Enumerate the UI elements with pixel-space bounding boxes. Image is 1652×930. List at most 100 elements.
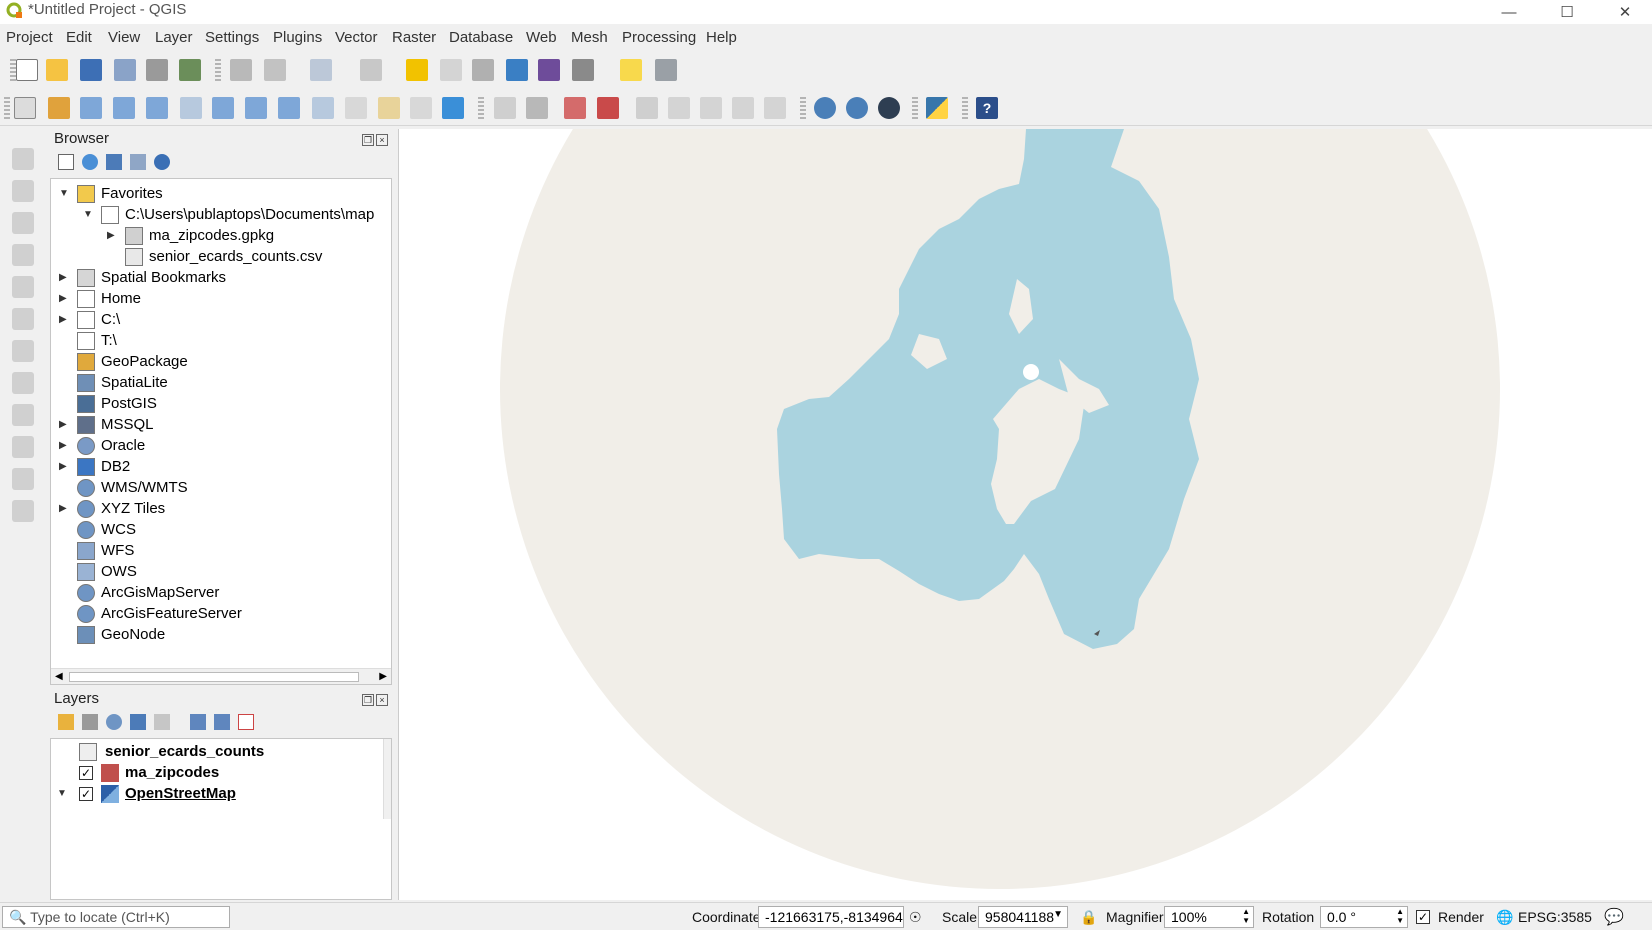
- change-label-icon[interactable]: [764, 97, 786, 119]
- highlight-pinned-labels-icon[interactable]: [564, 97, 586, 119]
- browser-item[interactable]: WMS/WMTS: [51, 477, 391, 499]
- layout-manager-icon[interactable]: [146, 59, 168, 81]
- cut-features-icon[interactable]: [12, 372, 34, 394]
- properties-icon[interactable]: [154, 154, 170, 170]
- layer-item[interactable]: ✓ ma_zipcodes: [51, 762, 391, 784]
- chevron-right-icon[interactable]: ▶: [59, 272, 69, 283]
- menu-edit[interactable]: Edit: [66, 29, 92, 46]
- menu-layer[interactable]: Layer: [155, 29, 193, 46]
- undo-icon[interactable]: [12, 468, 34, 490]
- close-button[interactable]: ✕: [1602, 0, 1648, 24]
- deselect-all-icon[interactable]: [406, 59, 428, 81]
- locate-search-input[interactable]: 🔍 Type to locate (Ctrl+K): [2, 906, 230, 928]
- menu-database[interactable]: Database: [449, 29, 513, 46]
- map-tips-icon[interactable]: [620, 59, 642, 81]
- browser-item[interactable]: senior_ecards_counts.csv: [51, 246, 391, 268]
- float-panel-icon[interactable]: ❐: [362, 134, 374, 146]
- field-calculator-icon[interactable]: [472, 59, 494, 81]
- new-project-icon[interactable]: [16, 59, 38, 81]
- coordinate-input[interactable]: -121663175,-81349642: [758, 906, 904, 928]
- layer-visibility-checkbox[interactable]: ✓: [79, 766, 93, 780]
- zoom-native-icon[interactable]: [245, 97, 267, 119]
- map-canvas[interactable]: [398, 129, 1652, 900]
- move-label-icon[interactable]: [700, 97, 722, 119]
- menu-help[interactable]: Help: [706, 29, 737, 46]
- pan-map-icon[interactable]: [14, 97, 36, 119]
- menu-mesh[interactable]: Mesh: [571, 29, 608, 46]
- select-features-icon[interactable]: [310, 59, 332, 81]
- chevron-right-icon[interactable]: ▶: [59, 293, 69, 304]
- toggle-extents-icon[interactable]: ☉: [909, 909, 922, 926]
- browser-item[interactable]: ▼ Favorites: [51, 183, 391, 205]
- render-checkbox[interactable]: ✓: [1416, 910, 1430, 924]
- browser-item[interactable]: SpatiaLite: [51, 372, 391, 394]
- attribute-table-icon[interactable]: [440, 59, 462, 81]
- pan-to-selection-icon[interactable]: [48, 97, 70, 119]
- crs-globe-icon[interactable]: 🌐: [1496, 909, 1513, 926]
- menu-settings[interactable]: Settings: [205, 29, 259, 46]
- vertical-scrollbar[interactable]: [383, 739, 391, 819]
- open-project-icon[interactable]: [46, 59, 68, 81]
- spin-arrows-icon[interactable]: ▲ ▼: [1242, 907, 1250, 925]
- copy-features-icon[interactable]: [12, 404, 34, 426]
- filter-icon[interactable]: [106, 154, 122, 170]
- chevron-down-icon[interactable]: ▼: [59, 188, 69, 199]
- add-wms-layer-icon[interactable]: [814, 97, 836, 119]
- menu-project[interactable]: Project: [6, 29, 53, 46]
- chevron-right-icon[interactable]: ▶: [107, 230, 117, 241]
- maximize-button[interactable]: ☐: [1544, 0, 1590, 24]
- magnifier-spinbox[interactable]: 100% ▲ ▼: [1164, 906, 1254, 928]
- float-panel-icon[interactable]: ❐: [362, 694, 374, 706]
- diagram-tool-icon[interactable]: [526, 97, 548, 119]
- layer-visibility-checkbox[interactable]: ✓: [79, 787, 93, 801]
- filter-legend-icon[interactable]: [130, 714, 146, 730]
- browser-item[interactable]: GeoPackage: [51, 351, 391, 373]
- collapse-all-icon[interactable]: [130, 154, 146, 170]
- label-tool-icon[interactable]: [494, 97, 516, 119]
- menu-web[interactable]: Web: [526, 29, 557, 46]
- close-panel-icon[interactable]: ×: [376, 694, 388, 706]
- rotate-label-icon[interactable]: [732, 97, 754, 119]
- save-project-icon[interactable]: [80, 59, 102, 81]
- browser-item[interactable]: WFS: [51, 540, 391, 562]
- rotation-spinbox[interactable]: 0.0 ° ▲ ▼: [1320, 906, 1408, 928]
- zoom-full-icon[interactable]: [146, 97, 168, 119]
- refresh-icon[interactable]: [82, 154, 98, 170]
- add-wcs-layer-icon[interactable]: [878, 97, 900, 119]
- measure-line-icon[interactable]: [572, 59, 594, 81]
- browser-item[interactable]: ▶ Spatial Bookmarks: [51, 267, 391, 289]
- select-by-value-icon[interactable]: [360, 59, 382, 81]
- chevron-right-icon[interactable]: ▶: [59, 419, 69, 430]
- current-edits-icon[interactable]: [12, 148, 34, 170]
- browser-item[interactable]: ▶ Home: [51, 288, 391, 310]
- open-layer-styling-icon[interactable]: [58, 714, 74, 730]
- run-action-icon[interactable]: [264, 59, 286, 81]
- add-wfs-layer-icon[interactable]: [846, 97, 868, 119]
- zoom-next-icon[interactable]: [312, 97, 334, 119]
- messages-icon[interactable]: 💬: [1604, 907, 1624, 927]
- menu-processing[interactable]: Processing: [622, 29, 696, 46]
- remove-layer-icon[interactable]: [238, 714, 254, 730]
- scale-combo[interactable]: 958041188 ▼: [978, 906, 1068, 928]
- pin-labels-icon[interactable]: [636, 97, 658, 119]
- zoom-to-selection-icon[interactable]: [180, 97, 202, 119]
- menu-plugins[interactable]: Plugins: [273, 29, 322, 46]
- menu-view[interactable]: View: [108, 29, 140, 46]
- expand-all-icon[interactable]: [190, 714, 206, 730]
- modify-attributes-icon[interactable]: [12, 308, 34, 330]
- browser-item[interactable]: T:\: [51, 330, 391, 352]
- browser-item[interactable]: ▶ MSSQL: [51, 414, 391, 436]
- save-edits-icon[interactable]: [12, 212, 34, 234]
- zoom-to-layer-icon[interactable]: [212, 97, 234, 119]
- crs-button[interactable]: EPSG:3585: [1518, 909, 1592, 925]
- browser-item[interactable]: ArcGisFeatureServer: [51, 603, 391, 625]
- add-feature-icon[interactable]: [12, 244, 34, 266]
- statistical-summary-icon[interactable]: [538, 59, 560, 81]
- add-selected-layers-icon[interactable]: [58, 154, 74, 170]
- browser-item[interactable]: ▶ C:\: [51, 309, 391, 331]
- python-console-icon[interactable]: [926, 97, 948, 119]
- close-panel-icon[interactable]: ×: [376, 134, 388, 146]
- manage-map-themes-icon[interactable]: [106, 714, 122, 730]
- add-group-icon[interactable]: [82, 714, 98, 730]
- show-bookmarks-icon[interactable]: [410, 97, 432, 119]
